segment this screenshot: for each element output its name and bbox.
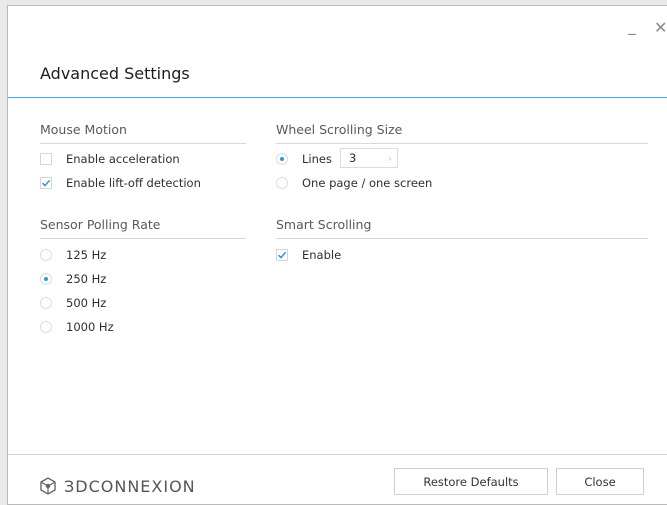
window-title: Advanced Settings xyxy=(40,64,190,83)
radio-selected-dot xyxy=(280,157,284,161)
polling-125hz-option[interactable]: 125 Hz xyxy=(40,247,106,263)
wheel-scrolling-divider xyxy=(276,143,648,144)
close-button[interactable]: Close xyxy=(556,468,644,495)
scroll-lines-value: 3 xyxy=(349,151,357,165)
mouse-motion-title: Mouse Motion xyxy=(40,122,127,137)
polling-125hz-label: 125 Hz xyxy=(66,248,107,262)
sensor-polling-divider xyxy=(40,238,246,239)
smart-scrolling-enable-checkbox[interactable] xyxy=(276,249,288,261)
enable-acceleration-label: Enable acceleration xyxy=(66,152,180,166)
enable-liftoff-option[interactable]: Enable lift-off detection xyxy=(40,175,201,191)
scroll-lines-label: Lines xyxy=(302,152,332,166)
spinner-arrow-icon[interactable]: › xyxy=(383,152,397,165)
sensor-polling-rate-title: Sensor Polling Rate xyxy=(40,217,161,232)
wheel-scrolling-size-title: Wheel Scrolling Size xyxy=(276,122,403,137)
polling-250hz-option[interactable]: 250 Hz xyxy=(40,271,106,287)
scroll-lines-input[interactable]: 3 › xyxy=(340,148,398,168)
enable-liftoff-label: Enable lift-off detection xyxy=(66,176,201,190)
brand-logo-text: ЗDCONNEXION xyxy=(64,476,196,496)
enable-liftoff-checkbox[interactable] xyxy=(40,177,52,189)
brand-logo: ЗDCONNEXION xyxy=(38,476,196,496)
polling-125hz-radio[interactable] xyxy=(40,249,52,261)
scroll-lines-option[interactable]: Lines xyxy=(276,151,332,167)
polling-500hz-radio[interactable] xyxy=(40,297,52,309)
3dconnexion-logo-icon xyxy=(40,477,56,495)
checkmark-icon xyxy=(41,179,51,187)
checkmark-icon xyxy=(277,251,287,259)
polling-250hz-label: 250 Hz xyxy=(66,272,107,286)
polling-500hz-label: 500 Hz xyxy=(66,296,107,310)
smart-scrolling-enable-label: Enable xyxy=(302,248,342,262)
window-header: Advanced Settings _ ✕ xyxy=(8,6,667,98)
smart-scrolling-divider xyxy=(276,238,648,239)
advanced-settings-window: Advanced Settings _ ✕ Mouse Motion Enabl… xyxy=(7,5,667,505)
radio-selected-dot xyxy=(44,277,48,281)
close-window-button[interactable]: ✕ xyxy=(654,20,667,36)
footer-divider xyxy=(8,454,667,455)
scroll-page-radio[interactable] xyxy=(276,177,288,189)
polling-250hz-radio[interactable] xyxy=(40,273,52,285)
polling-1000hz-label: 1000 Hz xyxy=(66,320,114,334)
minimize-button[interactable]: _ xyxy=(628,18,636,34)
polling-500hz-option[interactable]: 500 Hz xyxy=(40,295,106,311)
mouse-motion-divider xyxy=(40,143,246,144)
polling-1000hz-option[interactable]: 1000 Hz xyxy=(40,319,114,335)
restore-defaults-button[interactable]: Restore Defaults xyxy=(394,468,548,495)
smart-scrolling-enable-option[interactable]: Enable xyxy=(276,247,341,263)
enable-acceleration-option[interactable]: Enable acceleration xyxy=(40,151,180,167)
smart-scrolling-title: Smart Scrolling xyxy=(276,217,372,232)
scroll-lines-radio[interactable] xyxy=(276,153,288,165)
scroll-page-label: One page / one screen xyxy=(302,176,433,190)
polling-1000hz-radio[interactable] xyxy=(40,321,52,333)
scroll-page-option[interactable]: One page / one screen xyxy=(276,175,432,191)
enable-acceleration-checkbox[interactable] xyxy=(40,153,52,165)
